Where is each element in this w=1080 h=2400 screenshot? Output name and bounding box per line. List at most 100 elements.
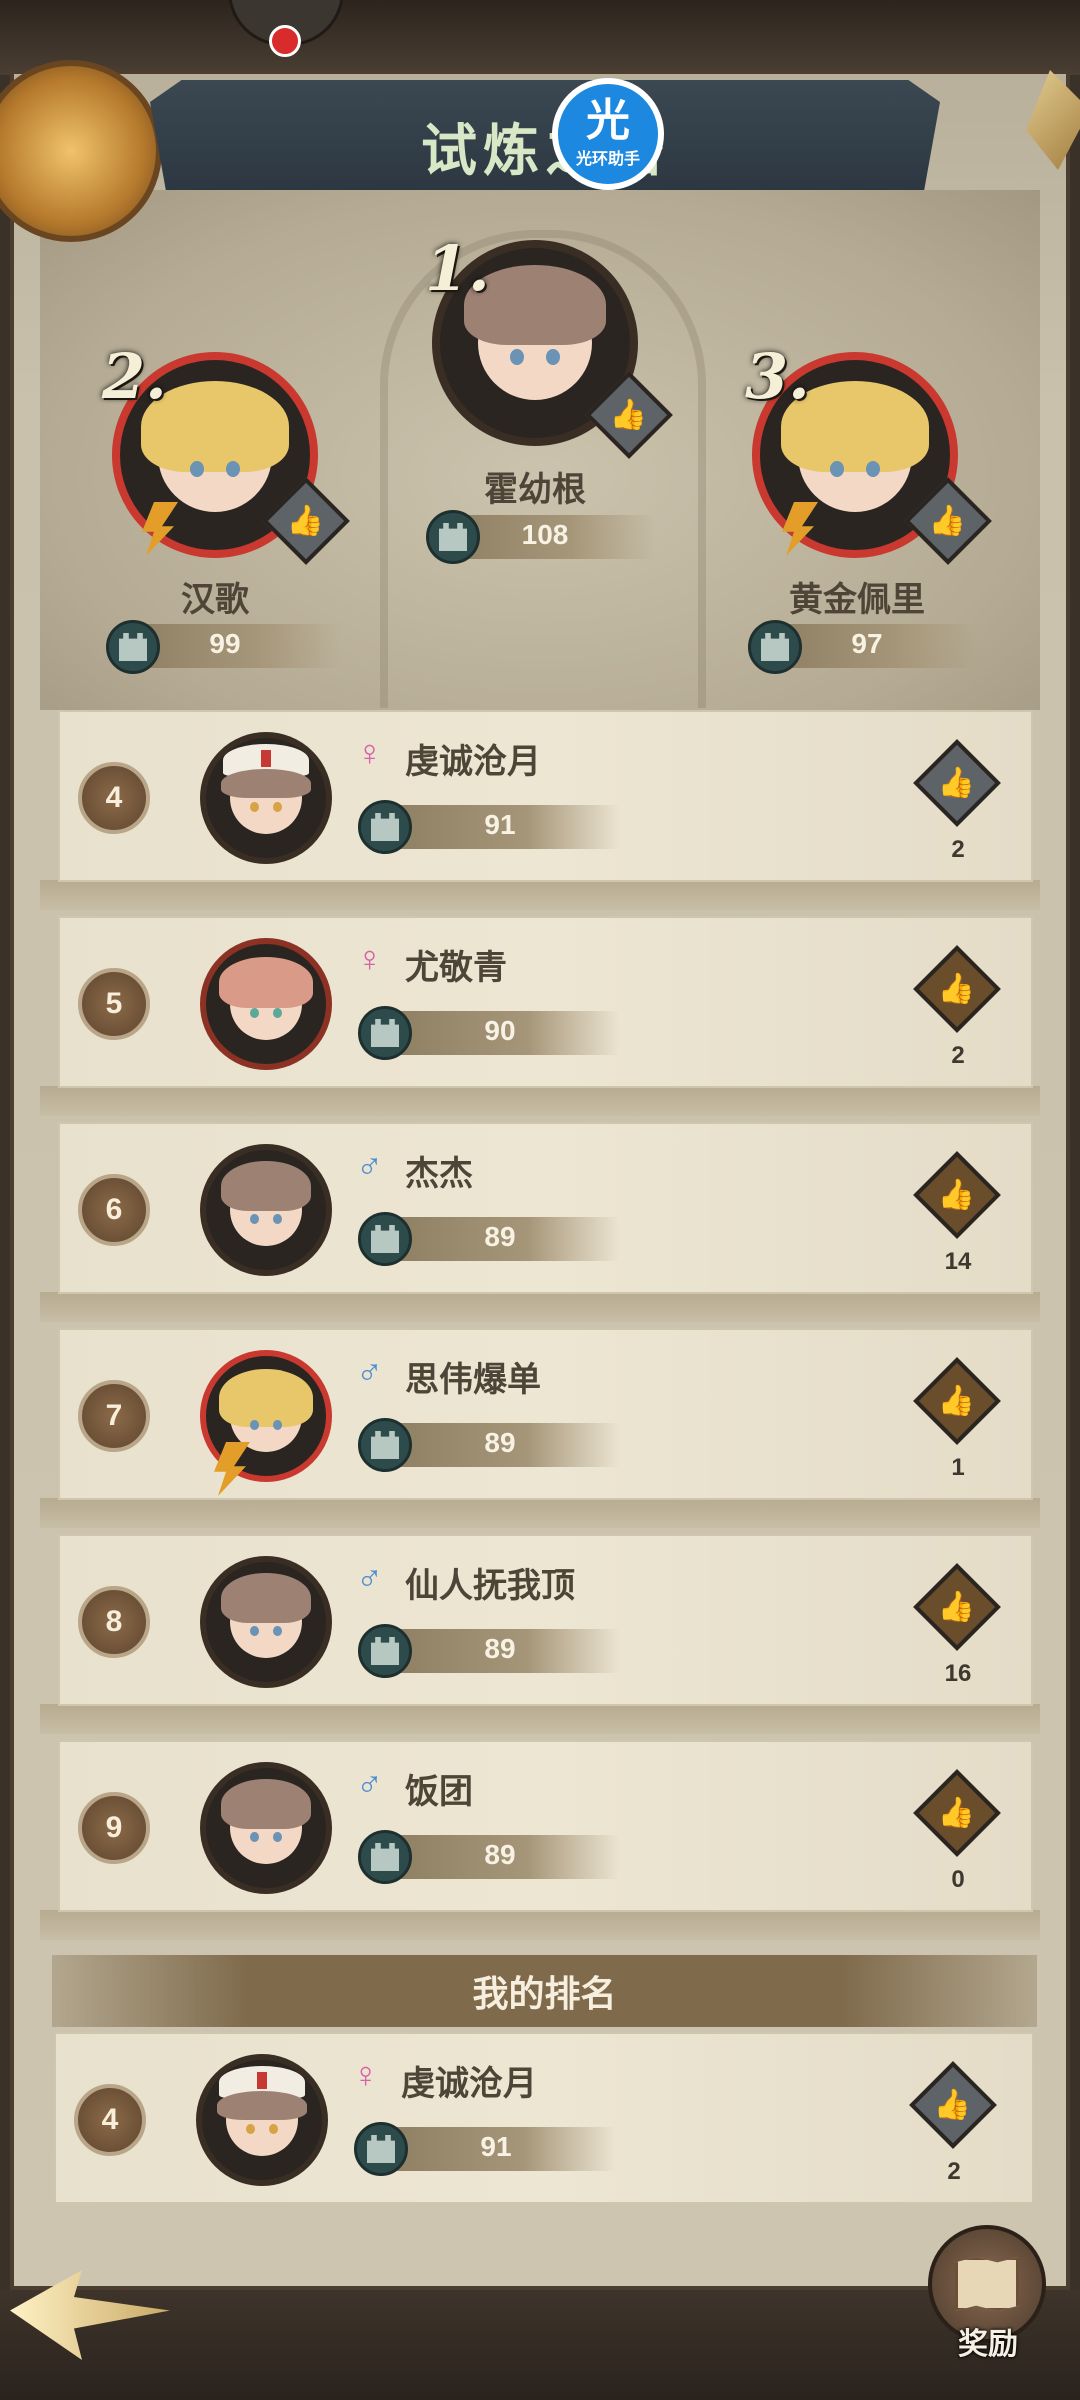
score-bar: 90: [390, 1011, 620, 1055]
thumbs-up-icon: 👍: [938, 1796, 976, 1830]
thumbs-up-icon: 👍: [934, 2088, 972, 2122]
row-divider: [40, 1910, 1040, 1940]
rank-badge: 8: [78, 1586, 150, 1658]
player-name: 思伟爆单: [405, 1361, 541, 1399]
avatar[interactable]: [200, 1144, 332, 1276]
likes-count: 2: [947, 2158, 961, 2185]
likes-count: 14: [944, 1248, 972, 1275]
like-button[interactable]: 👍: [913, 1769, 1001, 1857]
gender-female-icon: ♀: [352, 2054, 379, 2095]
row-divider: [40, 1704, 1040, 1734]
tower-icon: [748, 620, 802, 674]
bottom-bar: [0, 2290, 1080, 2400]
score-bar: 91: [390, 805, 620, 849]
likes-count: 0: [951, 1866, 965, 1893]
rank-badge: 9: [78, 1792, 150, 1864]
score-bar: 89: [390, 1423, 620, 1467]
gender-male-icon: ♂: [356, 1556, 383, 1597]
player-name: 霍幼根: [484, 471, 586, 509]
tower-icon: [358, 1212, 412, 1266]
thumbs-up-icon: 👍: [938, 1590, 976, 1624]
avatar[interactable]: [200, 732, 332, 864]
rank-badge: 6: [78, 1174, 150, 1246]
like-button[interactable]: 👍: [909, 2061, 997, 2149]
gender-female-icon: ♀: [356, 732, 383, 773]
thumbs-up-icon: 👍: [610, 398, 648, 432]
gender-male-icon: ♂: [356, 1144, 383, 1185]
player-name: 仙人抚我顶: [405, 1567, 575, 1605]
player-name: 汉歌: [181, 581, 249, 619]
list-item[interactable]: 9 ♂ 饭团 89 👍 0: [58, 1740, 1033, 1912]
reward-label: 奖励: [958, 2328, 1018, 2361]
list-item[interactable]: 4 ♀ 虔诚沧月 91 👍 2: [58, 710, 1033, 882]
my-rank-row[interactable]: 4 ♀ 虔诚沧月 91 👍 2: [54, 2032, 1034, 2204]
player-name: 虔诚沧月: [401, 2065, 537, 2103]
score-bar: 99: [130, 624, 340, 668]
rank-badge: 4: [78, 762, 150, 834]
list-item[interactable]: 8 ♂ 仙人抚我顶 89 👍 16: [58, 1534, 1033, 1706]
score-value: 89: [484, 1427, 516, 1458]
score-bar: 89: [390, 1217, 620, 1261]
my-rank-title: 我的排名: [472, 1973, 617, 2014]
list-item[interactable]: 6 ♂ 杰杰 89 👍 14: [58, 1122, 1033, 1294]
gender-female-icon: ♀: [356, 938, 383, 979]
thumbs-up-icon: 👍: [938, 1384, 976, 1418]
logo-text: 光环助手: [575, 151, 640, 168]
avatar[interactable]: [200, 938, 332, 1070]
thumbs-up-icon: 👍: [938, 766, 976, 800]
avatar[interactable]: [196, 2054, 328, 2186]
row-divider: [40, 880, 1040, 910]
top-orb-icon: [228, 0, 344, 57]
likes-count: 16: [944, 1660, 972, 1687]
rank-badge: 4: [74, 2084, 146, 2156]
row-divider: [40, 1498, 1040, 1528]
tower-icon: [358, 1006, 412, 1060]
gender-male-icon: ♂: [356, 1762, 383, 1803]
logo-glyph: 光: [586, 96, 630, 145]
watermark-logo: 光 光环助手: [552, 78, 664, 190]
score-value: 89: [484, 1221, 516, 1252]
top-bar: [0, 0, 1080, 75]
score-value: 91: [480, 2131, 512, 2162]
likes-count: 2: [951, 1042, 965, 1069]
score-bar: 91: [386, 2127, 616, 2171]
player-name: 尤敬青: [405, 949, 507, 987]
tower-icon: [426, 510, 480, 564]
score-bar: 89: [390, 1835, 620, 1879]
row-divider: [40, 1292, 1040, 1322]
notification-dot: [269, 25, 301, 57]
row-divider: [40, 1086, 1040, 1116]
tower-icon: [106, 620, 160, 674]
tower-icon: [358, 800, 412, 854]
avatar[interactable]: [200, 1556, 332, 1688]
rank-number: 2.: [102, 340, 167, 413]
likes-count: 2: [951, 836, 965, 863]
thumbs-up-icon: 👍: [938, 1178, 976, 1212]
score-value: 89: [484, 1633, 516, 1664]
score-bar: 89: [390, 1629, 620, 1673]
rank-badge: 7: [78, 1380, 150, 1452]
rank-number: 1.: [425, 232, 490, 305]
thumbs-up-icon: 👍: [287, 504, 325, 538]
avatar[interactable]: [200, 1762, 332, 1894]
gender-male-icon: ♂: [356, 1350, 383, 1391]
list-item[interactable]: 7 ♂ 思伟爆单 89 👍 1: [58, 1328, 1033, 1500]
score-value: 91: [484, 809, 516, 840]
tower-icon: [354, 2122, 408, 2176]
tower-icon: [358, 1830, 412, 1884]
tower-icon: [358, 1624, 412, 1678]
like-button[interactable]: 👍: [913, 945, 1001, 1033]
map-icon: [955, 2257, 1019, 2311]
player-name: 饭团: [405, 1773, 473, 1811]
tower-icon: [358, 1418, 412, 1472]
like-button[interactable]: 👍: [913, 1563, 1001, 1651]
thumbs-up-icon: 👍: [938, 972, 976, 1006]
score-bar: 97: [772, 624, 982, 668]
like-button[interactable]: 👍: [913, 1151, 1001, 1239]
reward-button[interactable]: 奖励: [928, 2225, 1048, 2375]
like-button[interactable]: 👍: [913, 739, 1001, 827]
like-button[interactable]: 👍: [913, 1357, 1001, 1445]
rank-badge: 5: [78, 968, 150, 1040]
list-item[interactable]: 5 ♀ 尤敬青 90 👍 2: [58, 916, 1033, 1088]
score-value: 89: [484, 1839, 516, 1870]
